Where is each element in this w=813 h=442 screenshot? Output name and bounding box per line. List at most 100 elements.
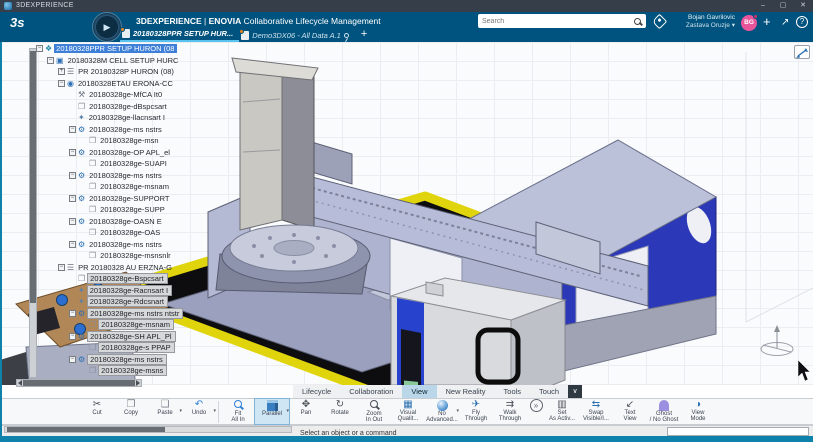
copy-button[interactable]: ❐Copy: [114, 399, 148, 424]
tree-row[interactable]: ❒20180328ge-msns: [36, 365, 246, 377]
expand-toggle[interactable]: −: [69, 356, 76, 363]
tree-row[interactable]: +☰PR 20180328P HURON (08): [36, 66, 246, 78]
expand-toggle[interactable]: −: [47, 57, 54, 64]
parallel-button[interactable]: Parallel▾: [255, 399, 289, 424]
cut-icon: ✂: [93, 399, 101, 410]
more-commands-button[interactable]: »: [527, 399, 545, 424]
tree-row[interactable]: −⚙20180328ge-ms nstrs: [36, 239, 246, 251]
window-edge-accent: [0, 42, 2, 436]
zoom-in-out-button[interactable]: Zoom In Out: [357, 399, 391, 424]
cut-button[interactable]: ✂Cut: [80, 399, 114, 424]
button-label: Visual Qualit...: [398, 410, 419, 422]
set-as-active-button[interactable]: ▥Set As Activ...: [545, 399, 579, 424]
tab-new-reality[interactable]: New Reality: [437, 385, 495, 398]
ghost-no-ghost-button[interactable]: Ghost / No Ghost: [647, 399, 681, 424]
visual-quality-button[interactable]: ▦Visual Qualit...: [391, 399, 425, 424]
tree-row[interactable]: ❒20180328ge-dBspcsart: [36, 101, 246, 113]
gear-icon: ⚙: [78, 125, 85, 134]
expand-toggle[interactable]: −: [69, 310, 76, 317]
expand-toggle[interactable]: −: [69, 172, 76, 179]
3d-viewport[interactable]: −❖20180328PPR SETUP HURON (08−▣20180328M…: [0, 42, 813, 385]
expand-toggle[interactable]: −: [69, 333, 76, 340]
view-mode-icon: ◑: [695, 399, 701, 410]
expand-toggle[interactable]: −: [58, 264, 65, 271]
expand-toggle[interactable]: −: [69, 195, 76, 202]
search-input[interactable]: [478, 18, 634, 25]
tab-lifecycle[interactable]: Lifecycle: [293, 385, 340, 398]
tree-row-label: 20180328ge-msn: [98, 136, 161, 145]
window-minimize-button[interactable]: –: [753, 0, 773, 12]
tree-row[interactable]: ✦20180328ge-Racnsart I: [36, 285, 246, 297]
expand-toggle[interactable]: −: [58, 80, 65, 87]
no-advanced-button[interactable]: No Advanced...▾: [425, 399, 459, 424]
command-input[interactable]: [667, 427, 809, 436]
expand-toggle[interactable]: −: [36, 45, 43, 52]
gear-icon: ⚙: [78, 217, 85, 226]
document-tab[interactable]: Demo3DX06 - All Data A.1: [239, 31, 355, 42]
fly-through-button[interactable]: ✈Fly Through: [459, 399, 493, 424]
tree-row[interactable]: ⚒20180328ge-MfCA It0: [36, 89, 246, 101]
dropdown-caret-icon[interactable]: ▾: [213, 408, 216, 414]
expand-toggle[interactable]: −: [69, 126, 76, 133]
resource-icon: ☰: [67, 67, 74, 76]
undo-button[interactable]: ↶Undo▾: [182, 399, 216, 424]
tree-row[interactable]: −◉20180328ETAU ERONA-CC: [36, 78, 246, 90]
tree-row[interactable]: ❒20180328ge-SUPP: [36, 204, 246, 216]
tree-row[interactable]: −☰PR 20180328 AU ERZNA-G: [36, 262, 246, 274]
ribbon-chevron-button[interactable]: ∨: [568, 385, 582, 398]
tree-row[interactable]: ❒20180328ge-msnsnlr: [36, 250, 246, 262]
expand-toggle[interactable]: −: [69, 241, 76, 248]
expand-viewport-button[interactable]: [794, 45, 810, 59]
tree-row[interactable]: −⚙20180328ge-OP APL_el: [36, 147, 246, 159]
tree-row[interactable]: ❒20180328ge-msn: [36, 135, 246, 147]
tab-view[interactable]: View: [402, 385, 436, 398]
pan-button[interactable]: ✥Pan: [289, 399, 323, 424]
fit-all-in-button[interactable]: Fit All In: [221, 399, 255, 424]
tree-row[interactable]: ❒20180328ge-OAS: [36, 227, 246, 239]
tree-row[interactable]: −⚙20180328ge-ms nstrs: [36, 170, 246, 182]
tree-row[interactable]: ❒20180328ge-msnam: [36, 319, 246, 331]
document-tab[interactable]: 20180328PPR SETUP HUR...: [120, 29, 239, 42]
view-mode-button[interactable]: ◑View Mode: [681, 399, 715, 424]
tree-row[interactable]: −⚙20180328ge-SUPPORT: [36, 193, 246, 205]
tree-row[interactable]: −⚙20180328ge-SH APL_Pl: [36, 331, 246, 343]
app-subtitle: Collaborative Lifecycle Management: [244, 16, 381, 26]
tab-tools[interactable]: Tools: [495, 385, 531, 398]
tree-row[interactable]: −▣20180328M CELL SETUP HURC: [36, 55, 246, 67]
tree-row[interactable]: −❖20180328PPR SETUP HURON (08: [36, 43, 246, 55]
tree-row[interactable]: ✦20180328ge-Rdcsnart: [36, 296, 246, 308]
button-label: No Advanced...: [426, 411, 458, 423]
tree-row-label: PR 20180328 AU ERZNA-G: [76, 263, 175, 272]
expand-toggle[interactable]: +: [58, 68, 65, 75]
tree-row[interactable]: ❒20180328ge-SUAPI: [36, 158, 246, 170]
paste-button[interactable]: ❏Paste▾: [148, 399, 182, 424]
swap-visible-button[interactable]: ⇆Swap Visible/I...: [579, 399, 613, 424]
search-icon[interactable]: [634, 18, 641, 25]
expand-toggle[interactable]: −: [69, 218, 76, 225]
gear-icon: ⚙: [78, 148, 85, 157]
panel-horizontal-scrollbar[interactable]: [4, 426, 292, 433]
tree-row[interactable]: ❒20180328ge-Bspcsart: [36, 273, 246, 285]
tree-row-label: 20180328ge-Racnsart I: [87, 285, 172, 296]
window-maximize-button[interactable]: ▢: [773, 0, 793, 12]
text-view-button[interactable]: ↙Text View: [613, 399, 647, 424]
walk-through-button[interactable]: ⇉Walk Through: [493, 399, 527, 424]
tree-row[interactable]: ✦20180328ge-llacnsart I: [36, 112, 246, 124]
tree-row-label: 20180328ge-ms nstrs: [87, 125, 165, 134]
new-tab-button[interactable]: +: [361, 28, 367, 42]
expand-toggle[interactable]: −: [69, 149, 76, 156]
view-compass-widget[interactable]: [761, 325, 793, 356]
tab-touch[interactable]: Touch: [530, 385, 568, 398]
tree-row[interactable]: −⚙20180328ge-ms nstrs ntstr: [36, 308, 246, 320]
tree-row[interactable]: −⚙20180328ge-OASN E: [36, 216, 246, 228]
session-icon: ❖: [45, 44, 52, 53]
scrollbar-thumb[interactable]: [7, 427, 165, 432]
button-label: Pan: [301, 410, 312, 416]
tab-collaboration[interactable]: Collaboration: [340, 385, 402, 398]
tree-row[interactable]: −⚙20180328ge-ms nstrs: [36, 354, 246, 366]
tree-row[interactable]: ❒20180328ge-s PPAP: [36, 342, 246, 354]
tree-row[interactable]: ❒20180328ge-msnam: [36, 181, 246, 193]
rotate-button[interactable]: ↻Rotate: [323, 399, 357, 424]
window-close-button[interactable]: ✕: [793, 0, 813, 12]
tree-row[interactable]: −⚙20180328ge-ms nstrs: [36, 124, 246, 136]
